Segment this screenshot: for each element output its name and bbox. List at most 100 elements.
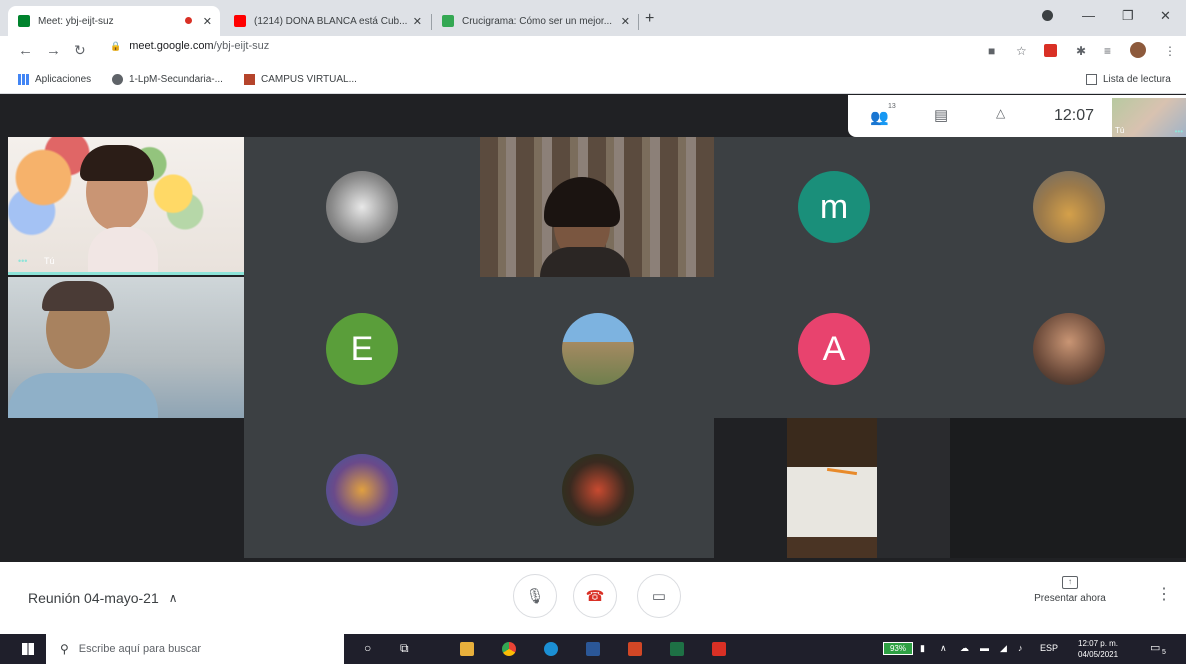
self-view-thumbnail[interactable]: Tú ••• — [1112, 98, 1186, 138]
url-path: /ybj-eijt-suz — [213, 40, 270, 52]
battery-plug-icon[interactable]: ▮ — [920, 643, 925, 654]
pdf-extension-icon[interactable] — [1044, 44, 1057, 57]
windows-start-icon[interactable] — [22, 643, 34, 655]
taskbar-time: 12:07 p. m. — [1078, 639, 1119, 648]
battery-indicator[interactable]: 93% — [883, 642, 913, 655]
wifi-icon[interactable]: ◢ — [1000, 643, 1007, 654]
windows-taskbar: ⚲ Escribe aquí para buscar ○ ⧉ 93% ▮ ∧ ☁… — [0, 634, 1186, 664]
video-tile-self[interactable]: ••• Tú — [8, 137, 244, 272]
educaplay-favicon-icon — [442, 15, 454, 27]
extensions-icon[interactable]: ✱ — [1076, 44, 1086, 58]
microphone-button[interactable]: 🎙 — [513, 574, 557, 618]
taskbar-search[interactable]: ⚲ Escribe aquí para buscar — [46, 634, 344, 664]
participants-icon[interactable]: 👥 — [870, 108, 889, 126]
back-button[interactable]: ← — [18, 42, 33, 59]
excel-icon[interactable] — [670, 642, 684, 656]
new-tab-button[interactable]: + — [645, 10, 654, 28]
letter-avatar-a: A — [798, 313, 870, 385]
task-view-icon[interactable]: ⧉ — [400, 641, 409, 656]
chat-icon[interactable]: ▤ — [934, 106, 948, 124]
notification-center-icon[interactable]: ▭ — [1150, 641, 1160, 654]
forward-button[interactable]: → — [46, 42, 61, 59]
onedrive-icon[interactable]: ☁ — [960, 643, 969, 654]
cartoon-avatar — [326, 454, 398, 526]
bookmark-label: Aplicaciones — [35, 74, 92, 85]
language-indicator[interactable]: ESP — [1040, 643, 1058, 653]
more-options-button[interactable]: ⋮ — [1156, 584, 1172, 604]
tab-meet[interactable]: Meet: ybj-eijt-suz ✕ — [8, 6, 220, 36]
video-tile-participant[interactable] — [480, 137, 714, 277]
participant-shirt — [540, 247, 630, 277]
url-host: meet.google.com — [129, 40, 214, 52]
powerpoint-icon[interactable] — [628, 642, 642, 656]
close-tab-icon[interactable]: ✕ — [621, 15, 630, 28]
video-tile-notebook[interactable] — [787, 418, 877, 558]
youtube-favicon-icon — [234, 15, 246, 27]
reading-list-label: Lista de lectura — [1103, 74, 1171, 85]
bookmark-campus[interactable]: CAMPUS VIRTUAL... — [244, 74, 357, 85]
close-window-button[interactable]: ✕ — [1160, 8, 1171, 24]
participant-tile[interactable]: A — [714, 277, 950, 418]
acrobat-icon[interactable] — [712, 642, 726, 656]
address-bar[interactable]: 🔒 meet.google.com /ybj-eijt-suz — [110, 40, 269, 52]
globe-icon — [112, 74, 123, 85]
reading-list-button[interactable]: Lista de lectura — [1086, 74, 1171, 85]
reload-button[interactable]: ↻ — [74, 42, 86, 59]
minimize-button[interactable]: — — [1082, 8, 1095, 23]
close-tab-icon[interactable]: ✕ — [413, 15, 422, 28]
camera-in-use-icon[interactable]: ■ — [988, 44, 995, 58]
apps-grid-icon — [18, 74, 29, 85]
present-now-button[interactable]: ↑ Presentar ahora — [1025, 576, 1115, 604]
tab-youtube[interactable]: (1214) DOÑA BLANCA está Cub... ✕ — [224, 6, 430, 36]
bookmark-star-icon[interactable]: ☆ — [1016, 44, 1027, 58]
meeting-details[interactable]: Reunión 04-mayo-21 ∧ — [28, 590, 178, 606]
more-options-icon[interactable]: ••• — [1175, 127, 1183, 136]
reading-list-toolbar-icon[interactable]: ≡ — [1104, 44, 1111, 58]
tab-title: Meet: ybj-eijt-suz — [38, 15, 114, 27]
browser-menu-icon[interactable]: ⋮ — [1164, 44, 1176, 58]
close-tab-icon[interactable]: ✕ — [203, 15, 212, 28]
cortana-icon[interactable]: ○ — [364, 641, 371, 655]
tab-title: (1214) DOÑA BLANCA está Cub... — [254, 15, 408, 27]
participant-tile[interactable] — [480, 277, 714, 418]
profile-avatar[interactable] — [1130, 42, 1146, 58]
participant-hair — [80, 145, 154, 181]
tile-options-icon[interactable]: ••• — [18, 256, 27, 266]
activities-icon[interactable]: △ — [996, 106, 1005, 120]
video-tile-participant[interactable] — [8, 277, 244, 418]
present-now-label: Presentar ahora — [1034, 593, 1106, 604]
chrome-icon[interactable] — [502, 642, 516, 656]
meet-favicon-icon — [18, 15, 30, 27]
participant-tile[interactable] — [950, 277, 1186, 418]
file-explorer-icon[interactable] — [460, 642, 474, 656]
bookmark-aplicaciones[interactable]: Aplicaciones — [18, 74, 91, 85]
meeting-clock: 12:07 — [1054, 107, 1095, 124]
network-icon[interactable]: ▬ — [980, 643, 989, 653]
game-avatar — [562, 313, 634, 385]
bookmark-secundaria[interactable]: 1-LpM-Secundaria-... — [112, 74, 223, 85]
participant-tile[interactable] — [950, 137, 1186, 277]
anime-avatar — [326, 171, 398, 243]
edge-icon[interactable] — [544, 642, 558, 656]
participant-tile[interactable]: E — [244, 277, 480, 418]
volume-icon[interactable]: ♪ — [1018, 643, 1023, 653]
restore-button[interactable]: ❐ — [1122, 8, 1134, 24]
participant-tile[interactable]: m — [714, 137, 950, 277]
empty-tile — [877, 418, 950, 558]
empty-tile — [950, 418, 1186, 558]
present-screen-icon: ↑ — [1062, 576, 1078, 589]
participant-hair — [544, 177, 620, 227]
participant-tile[interactable] — [244, 137, 480, 277]
browser-toolbar: ← → ↻ 🔒 meet.google.com /ybj-eijt-suz ■ … — [0, 36, 1186, 66]
profile-indicator-icon[interactable] — [1042, 10, 1053, 21]
tab-crucigrama[interactable]: Crucigrama: Cómo ser un mejor... ✕ — [432, 6, 638, 36]
tab-separator — [638, 14, 639, 30]
participant-tile[interactable] — [480, 418, 714, 558]
leave-call-button[interactable]: ☎ — [573, 574, 617, 618]
taskbar-clock[interactable]: 12:07 p. m. 04/05/2021 — [1078, 638, 1118, 660]
participant-tile[interactable] — [244, 418, 480, 558]
tray-expand-icon[interactable]: ∧ — [940, 643, 947, 654]
word-icon[interactable] — [586, 642, 600, 656]
bookmark-label: 1-LpM-Secundaria-... — [129, 74, 223, 85]
camera-button[interactable]: ▭ — [637, 574, 681, 618]
